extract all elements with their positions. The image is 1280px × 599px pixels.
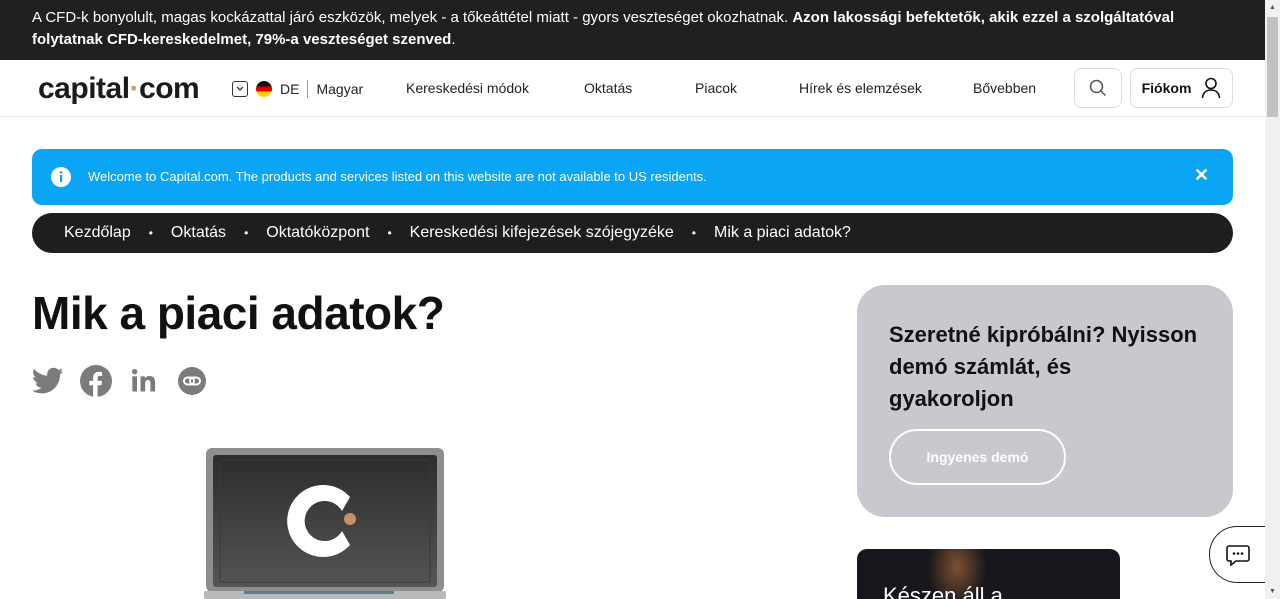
info-icon — [51, 167, 71, 187]
page-scrollbar[interactable]: ▲ ▼ — [1265, 0, 1280, 599]
nav-item-more[interactable]: Bővebben — [973, 80, 1036, 96]
copy-link-icon[interactable] — [176, 365, 208, 397]
language-divider — [307, 80, 309, 98]
linkedin-icon[interactable] — [128, 365, 160, 397]
breadcrumb-separator: • — [387, 226, 392, 240]
scroll-down-arrow[interactable]: ▼ — [1269, 588, 1276, 595]
free-demo-button[interactable]: Ingyenes demó — [889, 429, 1066, 485]
scrollbar-thumb[interactable] — [1267, 17, 1278, 117]
laptop-illustration — [204, 448, 446, 599]
us-residents-banner: Welcome to Capital.com. The products and… — [32, 149, 1233, 205]
user-icon — [1202, 77, 1221, 99]
nav-item-trading-modes[interactable]: Kereskedési módok — [406, 80, 529, 96]
breadcrumb-education[interactable]: Oktatás — [171, 224, 226, 242]
demo-card-heading: Szeretné kipróbálni? Nyisson demó számlá… — [889, 322, 1198, 411]
chat-icon — [1225, 544, 1250, 566]
risk-warning-bar: A CFD-k bonyolult, magas kockázattal jár… — [0, 0, 1265, 60]
site-header: capital·com DE Magyar Kereskedési módok … — [0, 60, 1265, 117]
nav-item-education[interactable]: Oktatás — [584, 80, 632, 96]
search-button[interactable] — [1074, 68, 1122, 108]
language-selector[interactable]: DE Magyar — [232, 80, 363, 98]
breadcrumb-current: Mik a piaci adatok? — [713, 224, 851, 241]
chevron-down-icon — [232, 81, 248, 97]
risk-warning-text: A CFD-k bonyolult, magas kockázattal jár… — [32, 9, 793, 26]
demo-account-card: Szeretné kipróbálni? Nyisson demó számlá… — [857, 285, 1233, 517]
breadcrumb-separator: • — [244, 226, 249, 240]
facebook-icon[interactable] — [80, 365, 112, 397]
nav-item-markets[interactable]: Piacok — [695, 80, 737, 96]
breadcrumb-education-center[interactable]: Oktatóközpont — [266, 224, 369, 242]
breadcrumb: Kezdőlap • Oktatás • Oktatóközpont • Ker… — [32, 213, 1233, 253]
breadcrumb-glossary[interactable]: Kereskedési kifejezések szójegyzéke — [410, 224, 674, 242]
language-label: Magyar — [316, 81, 364, 97]
logo-text-right: com — [139, 72, 200, 105]
account-button[interactable]: Fiókom — [1130, 68, 1233, 108]
breadcrumb-home[interactable]: Kezdőlap — [64, 224, 131, 242]
logo-dot: · — [129, 72, 140, 105]
germany-flag-icon — [256, 81, 272, 97]
banner-message: Welcome to Capital.com. The products and… — [88, 169, 707, 184]
breadcrumb-separator: • — [691, 226, 696, 240]
close-icon[interactable]: ✕ — [1194, 165, 1209, 186]
risk-warning-end: . — [451, 31, 456, 48]
logo-text-left: capital — [38, 72, 130, 105]
twitter-icon[interactable] — [32, 365, 64, 397]
promo-card-text: Készen áll a — [883, 583, 1003, 599]
breadcrumb-separator: • — [148, 226, 153, 240]
scroll-up-arrow[interactable]: ▲ — [1269, 4, 1276, 11]
promo-card: Készen áll a — [857, 549, 1120, 599]
share-icons — [32, 365, 208, 397]
chat-button[interactable] — [1209, 526, 1271, 583]
search-icon — [1089, 79, 1107, 97]
capital-logo[interactable]: capital·com — [38, 72, 200, 106]
country-code: DE — [280, 81, 300, 97]
page-title: Mik a piaci adatok? — [32, 287, 445, 339]
account-label: Fiókom — [1141, 80, 1192, 96]
nav-item-news[interactable]: Hírek és elemzések — [799, 80, 922, 96]
